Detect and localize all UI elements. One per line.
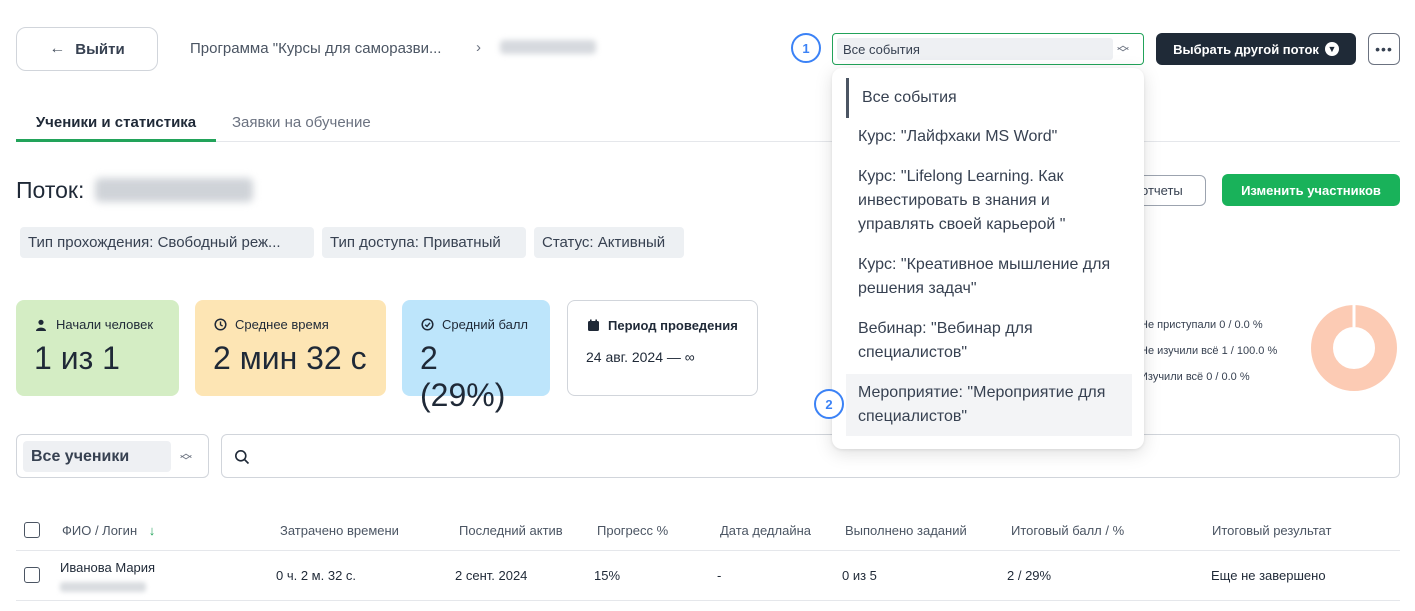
event-select-value: Все события	[837, 38, 1113, 60]
chip-status: Статус: Активный	[534, 227, 684, 258]
stat-label: Начали человек	[56, 317, 154, 332]
menu-item-course-creative-thinking[interactable]: Курс: "Креативное мышление для решения з…	[846, 253, 1132, 301]
event-select[interactable]: Все события ︿ ﹀	[832, 33, 1144, 65]
stat-value: 1 из 1	[34, 340, 120, 376]
table-cell-deadline: -	[717, 568, 722, 583]
choose-other-flow-button[interactable]: Выбрать другой поток ▼	[1156, 33, 1356, 65]
breadcrumb-program[interactable]: Программа "Курсы для саморазви...	[190, 40, 441, 57]
arrow-left-icon: ←	[49, 40, 66, 57]
exit-button[interactable]: ← Выйти	[16, 27, 158, 71]
column-header-time[interactable]: Затрачено времени	[280, 523, 399, 538]
table-cell-login-redacted	[60, 582, 146, 592]
stream-title: Поток:	[16, 177, 85, 203]
score-icon	[420, 318, 434, 332]
exit-button-label: Выйти	[75, 40, 125, 58]
column-header-last-active[interactable]: Последний актив	[459, 523, 563, 538]
table-cell-time: 0 ч. 2 м. 32 с.	[276, 568, 357, 583]
stat-label: Средний балл	[442, 317, 529, 332]
stat-card-avg-score: Средний балл 2 (29%)	[402, 300, 550, 413]
column-header-tasks[interactable]: Выполнено заданий	[845, 523, 967, 538]
tab-active-underline	[16, 139, 216, 142]
progress-donut	[1311, 303, 1397, 391]
more-options-button[interactable]: •••	[1368, 33, 1400, 65]
column-header-score[interactable]: Итоговый балл / %	[1011, 523, 1124, 538]
table-cell-last-active: 2 сент. 2024	[455, 568, 528, 583]
menu-item-course-ms-word[interactable]: Курс: "Лайфхаки MS Word"	[846, 125, 1132, 149]
more-dots-icon: •••	[1375, 41, 1393, 57]
tabs-divider	[16, 141, 1400, 142]
search-input[interactable]	[262, 445, 1382, 469]
table-cell-name[interactable]: Иванова Мария	[60, 560, 155, 575]
chevron-updown-icon: ︿ ﹀	[1116, 38, 1129, 60]
menu-item-all-events[interactable]: Все события	[846, 78, 1132, 118]
students-filter-value: Все ученики	[23, 441, 171, 472]
column-header-progress[interactable]: Прогресс %	[597, 523, 668, 538]
stat-value: 24 авг. 2024 — ∞	[586, 349, 695, 365]
tab-students-stats[interactable]: Ученики и статистика	[16, 114, 216, 131]
menu-item-webinar-specialists[interactable]: Вебинар: "Вебинар для специалистов"	[846, 317, 1132, 365]
menu-item-event-specialists[interactable]: Мероприятие: "Мероприятие для специалист…	[846, 374, 1132, 436]
breadcrumb-stream-redacted[interactable]	[500, 40, 596, 54]
stat-label: Среднее время	[235, 317, 329, 332]
calendar-icon	[586, 319, 600, 333]
column-header-name[interactable]: ФИО / Логин ↓	[62, 523, 155, 538]
event-dropdown-menu: Все события Курс: "Лайфхаки MS Word" Кур…	[832, 68, 1144, 449]
stream-name-redacted	[95, 178, 253, 202]
column-header-deadline[interactable]: Дата дедлайна	[720, 523, 811, 538]
search-box[interactable]	[221, 434, 1400, 478]
stat-value: 2 мин 32 с	[213, 340, 367, 376]
legend-not-started: Не приступали 0 / 0.0 %	[1140, 319, 1263, 331]
column-header-result[interactable]: Итоговый результат	[1212, 523, 1331, 538]
search-icon	[234, 449, 250, 470]
chevron-right-icon: ›	[476, 39, 481, 56]
step-badge-1: 1	[791, 33, 821, 63]
legend-not-finished: Не изучили всё 1 / 100.0 %	[1140, 345, 1278, 357]
sort-arrow-down-icon: ↓	[148, 523, 156, 538]
table-cell-result: Еще не завершено	[1211, 568, 1326, 583]
stat-label: Период проведения	[608, 318, 738, 333]
stat-card-started: Начали человек 1 из 1	[16, 300, 179, 396]
menu-item-course-lifelong-learning[interactable]: Курс: "Lifelong Learning. Как инвестиров…	[846, 165, 1132, 237]
chevron-circle-down-icon: ▼	[1324, 42, 1339, 56]
choose-other-flow-label: Выбрать другой поток	[1173, 41, 1319, 57]
legend-finished: Изучили всё 0 / 0.0 %	[1140, 371, 1250, 383]
row-checkbox[interactable]	[24, 567, 40, 583]
stat-card-period: Период проведения 24 авг. 2024 — ∞	[567, 300, 758, 396]
step-badge-2: 2	[814, 389, 844, 419]
clock-icon	[213, 318, 227, 332]
select-all-checkbox[interactable]	[24, 522, 40, 538]
chevron-updown-icon: ︿ ﹀	[179, 446, 192, 468]
tab-applications[interactable]: Заявки на обучение	[232, 114, 371, 131]
chip-access-type: Тип доступа: Приватный	[322, 227, 526, 258]
students-filter-select[interactable]: Все ученики ︿ ﹀	[16, 434, 209, 478]
chip-pass-type: Тип прохождения: Свободный реж...	[20, 227, 314, 258]
table-cell-tasks: 0 из 5	[842, 568, 877, 583]
stat-value: 2 (29%)	[420, 340, 506, 413]
change-participants-button[interactable]: Изменить участников	[1222, 174, 1400, 206]
stat-card-avg-time: Среднее время 2 мин 32 с	[195, 300, 386, 396]
table-cell-progress: 15%	[594, 568, 621, 583]
table-cell-score: 2 / 29%	[1007, 568, 1052, 583]
user-icon	[34, 318, 48, 332]
table-row-divider	[16, 600, 1400, 601]
table-header-divider	[16, 550, 1400, 551]
